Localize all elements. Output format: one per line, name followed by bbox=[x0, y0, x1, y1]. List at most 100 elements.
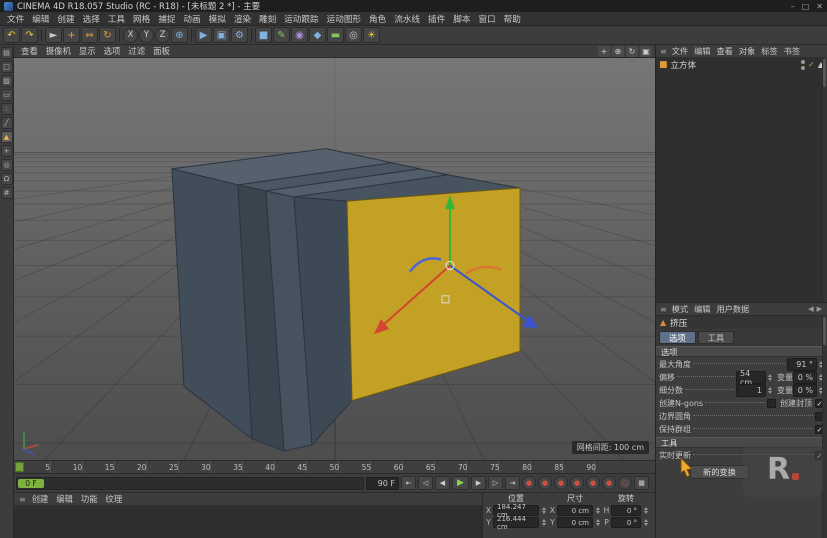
om-menu-file[interactable]: 文件 bbox=[669, 45, 691, 57]
texture-mode-icon[interactable]: ▨ bbox=[1, 75, 13, 87]
close-button[interactable]: ✕ bbox=[816, 2, 823, 11]
menu-window[interactable]: 窗口 bbox=[474, 13, 499, 25]
record-rotation-button[interactable]: ● bbox=[570, 476, 584, 490]
enable-axis-icon[interactable]: + bbox=[1, 145, 13, 157]
spinner[interactable] bbox=[594, 505, 601, 516]
create-ngons-checkbox[interactable] bbox=[767, 399, 776, 408]
size-x-field[interactable]: 0 cm bbox=[557, 505, 593, 516]
viewport-zoom-icon[interactable]: ⊕ bbox=[612, 46, 624, 57]
editor-visibility-dot[interactable] bbox=[801, 60, 805, 64]
live-selection-icon[interactable]: ► bbox=[45, 27, 62, 43]
options-section-header[interactable]: 选项 bbox=[656, 346, 827, 357]
vp-menu-display[interactable]: 显示 bbox=[75, 45, 100, 57]
end-frame-field[interactable]: 90 F bbox=[366, 477, 399, 490]
menu-plugins[interactable]: 插件 bbox=[424, 13, 449, 25]
om-menu-objects[interactable]: 对象 bbox=[736, 45, 758, 57]
history-back-icon[interactable]: ◀ bbox=[808, 305, 813, 313]
mm-menu-texture[interactable]: 纹理 bbox=[102, 493, 127, 505]
viewport-rotate-icon[interactable]: ↻ bbox=[626, 46, 638, 57]
subdivision-surface-button[interactable]: ◉ bbox=[291, 27, 308, 43]
new-transform-button[interactable]: 新的变换 bbox=[690, 465, 749, 479]
floor-environment-button[interactable]: ▬ bbox=[327, 27, 344, 43]
spinner[interactable] bbox=[540, 517, 547, 528]
lock-y-axis-button[interactable]: Y bbox=[139, 28, 154, 43]
offset-variance-field[interactable]: 0 % bbox=[793, 371, 817, 384]
subdivision-field[interactable]: 1 bbox=[736, 384, 766, 397]
panel-menu-icon[interactable]: ≡ bbox=[658, 47, 669, 56]
record-parameter-button[interactable]: ● bbox=[586, 476, 600, 490]
am-menu-userdata[interactable]: 用户数据 bbox=[713, 303, 752, 315]
render-settings-button[interactable]: ⚙ bbox=[231, 27, 248, 43]
mm-menu-edit[interactable]: 编辑 bbox=[52, 493, 77, 505]
viewport-maximize-icon[interactable]: ▣ bbox=[640, 46, 652, 57]
autokey-button[interactable]: ○ bbox=[618, 476, 632, 490]
position-y-field[interactable]: 216.444 cm bbox=[493, 517, 539, 528]
timeline-slider[interactable]: 0 F bbox=[16, 477, 364, 490]
record-keyframe-button[interactable]: ● bbox=[522, 476, 536, 490]
max-angle-field[interactable]: 91 ° bbox=[787, 358, 817, 371]
menu-motion-tracker[interactable]: 运动跟踪 bbox=[280, 13, 322, 25]
workplane-mode-icon[interactable]: ▭ bbox=[1, 89, 13, 101]
redo-icon[interactable]: ↷ bbox=[21, 27, 38, 43]
menu-sculpt[interactable]: 雕刻 bbox=[255, 13, 280, 25]
object-list[interactable]: ■ 立方体 ✓ ▲ bbox=[656, 57, 827, 302]
render-picture-viewer-button[interactable]: ▣ bbox=[213, 27, 230, 43]
snap-magnet-icon[interactable]: Ω bbox=[1, 173, 13, 185]
menu-tools[interactable]: 工具 bbox=[104, 13, 129, 25]
record-pla-button[interactable]: ● bbox=[602, 476, 616, 490]
menu-mesh[interactable]: 网格 bbox=[129, 13, 154, 25]
model-mode-icon[interactable]: □ bbox=[1, 61, 13, 73]
om-menu-bookmarks[interactable]: 书签 bbox=[781, 45, 803, 57]
keyframe-selection-button[interactable]: ▦ bbox=[634, 476, 649, 490]
mm-menu-create[interactable]: 创建 bbox=[28, 493, 53, 505]
spinner[interactable] bbox=[642, 505, 649, 516]
camera-button[interactable]: ◎ bbox=[345, 27, 362, 43]
panel-menu-icon[interactable]: ≡ bbox=[17, 495, 28, 504]
menu-simulate[interactable]: 模拟 bbox=[205, 13, 230, 25]
menu-create[interactable]: 创建 bbox=[53, 13, 78, 25]
om-menu-view[interactable]: 查看 bbox=[713, 45, 735, 57]
menu-select[interactable]: 选择 bbox=[79, 13, 104, 25]
timeline-ruler[interactable]: 0 5 10 15 20 25 30 35 40 45 50 55 60 65 … bbox=[14, 460, 655, 473]
spinner[interactable] bbox=[594, 517, 601, 528]
object-row-cube[interactable]: ■ 立方体 ✓ ▲ bbox=[658, 58, 825, 71]
tab-tool[interactable]: 工具 bbox=[698, 331, 735, 344]
spinner[interactable] bbox=[766, 385, 773, 396]
scrollbar-handle[interactable] bbox=[823, 317, 826, 345]
vp-menu-panel[interactable]: 面板 bbox=[149, 45, 174, 57]
lock-z-axis-button[interactable]: Z bbox=[155, 28, 170, 43]
menu-render[interactable]: 渲染 bbox=[230, 13, 255, 25]
rotate-tool-icon[interactable]: ↻ bbox=[99, 27, 116, 43]
object-list-scrollbar[interactable] bbox=[822, 57, 827, 302]
prev-key-button[interactable]: ◁ bbox=[418, 476, 433, 490]
object-name[interactable]: 立方体 bbox=[671, 59, 697, 71]
points-mode-icon[interactable]: ∴ bbox=[1, 103, 13, 115]
coordinate-system-icon[interactable]: ⊕ bbox=[171, 27, 188, 43]
spinner[interactable] bbox=[540, 505, 547, 516]
menu-mograph[interactable]: 运动图形 bbox=[323, 13, 365, 25]
scale-tool-icon[interactable]: ⇔ bbox=[81, 27, 98, 43]
vp-menu-cameras[interactable]: 摄像机 bbox=[42, 45, 75, 57]
current-frame-marker[interactable] bbox=[15, 462, 24, 472]
selected-polygon-face[interactable] bbox=[347, 188, 520, 401]
goto-start-button[interactable]: ⇤ bbox=[401, 476, 416, 490]
om-menu-tags[interactable]: 标签 bbox=[758, 45, 780, 57]
attribute-scrollbar[interactable] bbox=[822, 315, 827, 538]
move-tool-icon[interactable]: + bbox=[63, 27, 80, 43]
om-menu-edit[interactable]: 编辑 bbox=[691, 45, 713, 57]
subdivision-variance-field[interactable]: 0 % bbox=[793, 384, 817, 397]
tab-options[interactable]: 选项 bbox=[659, 331, 696, 344]
offset-field[interactable]: 54 cm bbox=[736, 371, 766, 384]
edges-mode-icon[interactable]: ╱ bbox=[1, 117, 13, 129]
menu-character[interactable]: 角色 bbox=[365, 13, 390, 25]
size-y-field[interactable]: 0 cm bbox=[557, 517, 593, 528]
pen-spline-button[interactable]: ✎ bbox=[273, 27, 290, 43]
array-generator-button[interactable]: ◆ bbox=[309, 27, 326, 43]
menu-file[interactable]: 文件 bbox=[3, 13, 28, 25]
record-position-button[interactable]: ● bbox=[538, 476, 552, 490]
history-forward-icon[interactable]: ▶ bbox=[817, 305, 822, 313]
scrollbar-handle[interactable] bbox=[823, 59, 826, 87]
spinner[interactable] bbox=[766, 372, 773, 383]
make-editable-icon[interactable]: ▤ bbox=[1, 47, 13, 59]
menu-snap[interactable]: 捕捉 bbox=[154, 13, 179, 25]
